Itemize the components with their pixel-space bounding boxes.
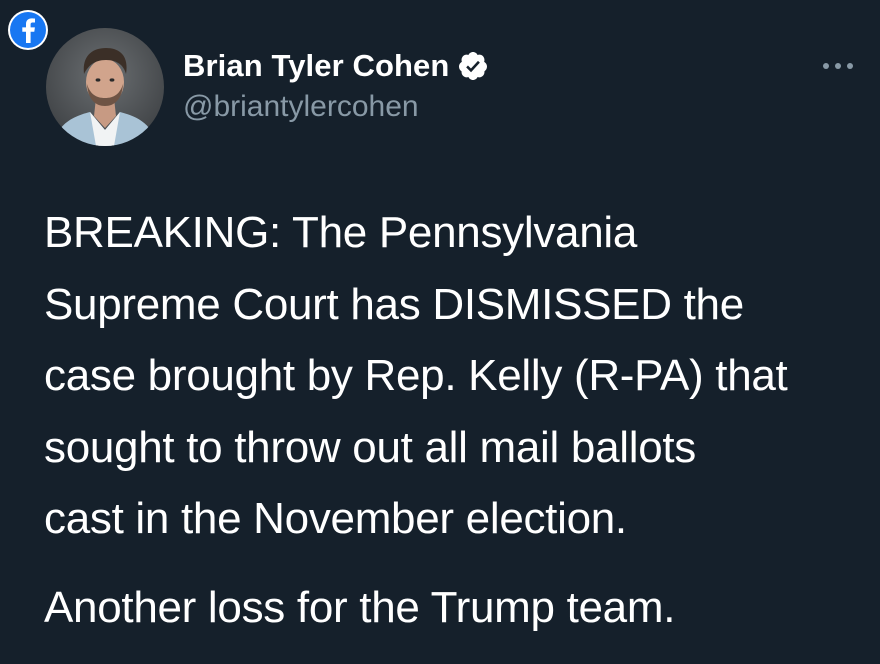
tweet-closing-line: Another loss for the Trump team. (44, 582, 676, 632)
tweet-text: BREAKING: The Pennsylvania Supreme Court… (44, 197, 864, 555)
tweet-line: Supreme Court has DISMISSED the (44, 279, 744, 329)
author-name[interactable]: Brian Tyler Cohen (183, 48, 449, 84)
author-name-row: Brian Tyler Cohen (183, 44, 489, 88)
facebook-icon (8, 10, 48, 50)
tweet-line: case brought by Rep. Kelly (R-PA) that (44, 351, 788, 400)
avatar[interactable] (46, 28, 164, 146)
tweet-line: cast in the November election. (44, 494, 627, 543)
verified-badge-icon (457, 50, 489, 82)
tweet-line: BREAKING: The Pennsylvania (44, 208, 638, 257)
tweet-line: sought to throw out all mail ballots (44, 422, 696, 472)
tweet-body: BREAKING: The Pennsylvania Supreme Court… (44, 197, 864, 643)
more-options-icon[interactable] (818, 56, 858, 76)
author-handle[interactable]: @briantylercohen (183, 90, 419, 124)
